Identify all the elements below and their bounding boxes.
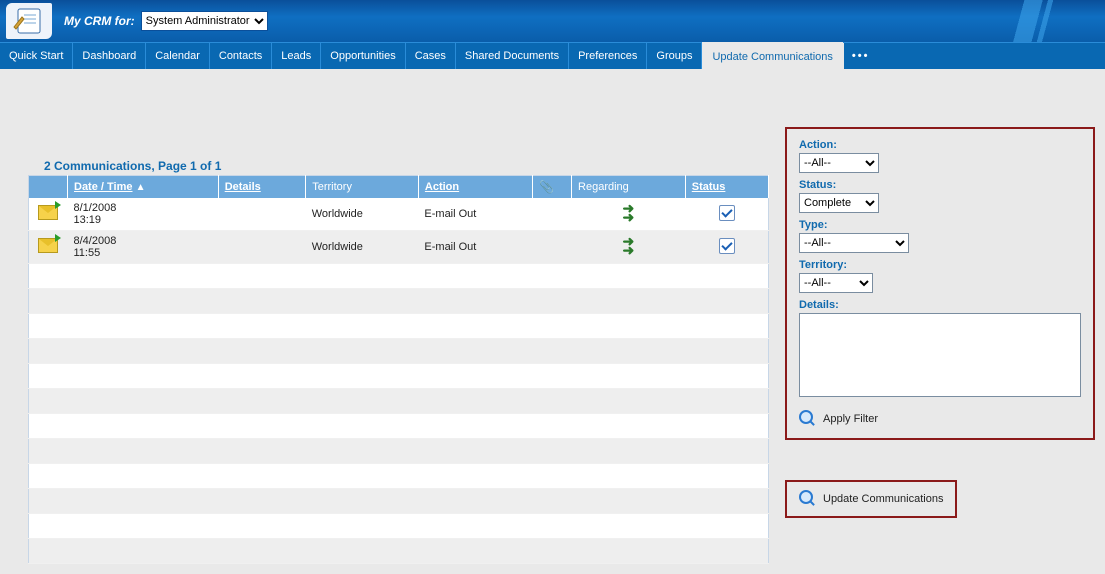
filter-details-textarea[interactable] <box>799 313 1081 397</box>
col-action[interactable]: Action <box>418 176 532 199</box>
cell-details <box>218 198 306 231</box>
col-icon <box>29 176 68 199</box>
paperclip-icon: 📎 <box>539 180 554 194</box>
tab-update-communications[interactable]: Update Communications <box>702 42 842 69</box>
filter-action-select[interactable]: --All-- <box>799 153 879 173</box>
email-out-icon <box>38 238 58 253</box>
tab-calendar[interactable]: Calendar <box>146 43 210 69</box>
communications-grid: Date / Time ▲ Details Territory Action 📎… <box>28 175 769 564</box>
filter-territory-label: Territory: <box>799 259 1081 271</box>
tab-leads[interactable]: Leads <box>272 43 321 69</box>
cell-datetime: 8/1/200813:19 <box>68 198 219 231</box>
sort-asc-icon: ▲ <box>136 182 146 193</box>
cell-attachment <box>533 231 572 264</box>
cell-status[interactable] <box>685 198 768 231</box>
magnifier-icon <box>799 410 817 428</box>
col-regarding[interactable]: Regarding <box>572 176 686 199</box>
magnifier-icon <box>799 490 817 508</box>
empty-row <box>29 264 769 289</box>
empty-row <box>29 314 769 339</box>
tab-contacts[interactable]: Contacts <box>210 43 272 69</box>
empty-row <box>29 289 769 314</box>
col-status[interactable]: Status <box>685 176 768 199</box>
empty-row <box>29 539 769 564</box>
regarding-arrow-icon: ➜➜ <box>623 204 635 222</box>
cell-datetime: 8/4/200811:55 <box>68 231 219 264</box>
filter-action-label: Action: <box>799 139 1081 151</box>
cell-regarding: ➜➜ <box>572 198 686 231</box>
filter-type-select[interactable]: --All-- <box>799 233 909 253</box>
empty-row <box>29 464 769 489</box>
tab-shared-documents[interactable]: Shared Documents <box>456 43 569 69</box>
tab-bar: Quick StartDashboardCalendarContactsLead… <box>0 42 1105 69</box>
more-tabs-button[interactable]: ••• <box>844 43 878 69</box>
cell-territory: Worldwide <box>306 198 419 231</box>
empty-row <box>29 389 769 414</box>
tab-cases[interactable]: Cases <box>406 43 456 69</box>
empty-row <box>29 514 769 539</box>
table-row[interactable]: 8/4/200811:55 WorldwideE-mail Out ➜➜ <box>29 231 769 264</box>
cell-details <box>218 231 306 264</box>
cell-action: E-mail Out <box>418 198 532 231</box>
filter-status-label: Status: <box>799 179 1081 191</box>
apply-filter-label: Apply Filter <box>823 413 878 425</box>
filter-territory-select[interactable]: --All-- <box>799 273 873 293</box>
col-attachment[interactable]: 📎 <box>533 176 572 199</box>
update-communications-label: Update Communications <box>823 493 943 505</box>
app-logo-icon <box>6 3 52 39</box>
cell-action: E-mail Out <box>418 231 532 264</box>
cell-territory: Worldwide <box>306 231 419 264</box>
user-select[interactable]: System Administrator <box>141 11 268 31</box>
mycrm-label: My CRM for: <box>64 14 135 28</box>
regarding-arrow-icon: ➜➜ <box>623 237 635 255</box>
filter-type-label: Type: <box>799 219 1081 231</box>
email-out-icon <box>38 205 58 220</box>
empty-row <box>29 339 769 364</box>
empty-row <box>29 439 769 464</box>
grid-title: 2 Communications, Page 1 of 1 <box>28 159 769 175</box>
empty-row <box>29 414 769 439</box>
decorative-ribbon <box>985 0 1105 42</box>
header-bar: My CRM for: System Administrator <box>0 0 1105 42</box>
table-row[interactable]: 8/1/200813:19 WorldwideE-mail Out ➜➜ <box>29 198 769 231</box>
cell-status[interactable] <box>685 231 768 264</box>
filter-panel: Action: --All-- Status: Complete Type: -… <box>785 127 1095 440</box>
apply-filter-button[interactable]: Apply Filter <box>799 410 1081 428</box>
tab-quick-start[interactable]: Quick Start <box>0 43 73 69</box>
col-details[interactable]: Details <box>218 176 306 199</box>
empty-row <box>29 489 769 514</box>
filter-details-label: Details: <box>799 299 1081 311</box>
status-checked-icon[interactable] <box>719 205 735 221</box>
tab-preferences[interactable]: Preferences <box>569 43 647 69</box>
tab-groups[interactable]: Groups <box>647 43 702 69</box>
col-datetime[interactable]: Date / Time ▲ <box>68 176 219 199</box>
cell-regarding: ➜➜ <box>572 231 686 264</box>
cell-attachment <box>533 198 572 231</box>
tab-dashboard[interactable]: Dashboard <box>73 43 146 69</box>
tab-opportunities[interactable]: Opportunities <box>321 43 405 69</box>
update-communications-button[interactable]: Update Communications <box>785 480 957 518</box>
status-checked-icon[interactable] <box>719 238 735 254</box>
filter-status-select[interactable]: Complete <box>799 193 879 213</box>
col-territory[interactable]: Territory <box>306 176 419 199</box>
empty-row <box>29 364 769 389</box>
